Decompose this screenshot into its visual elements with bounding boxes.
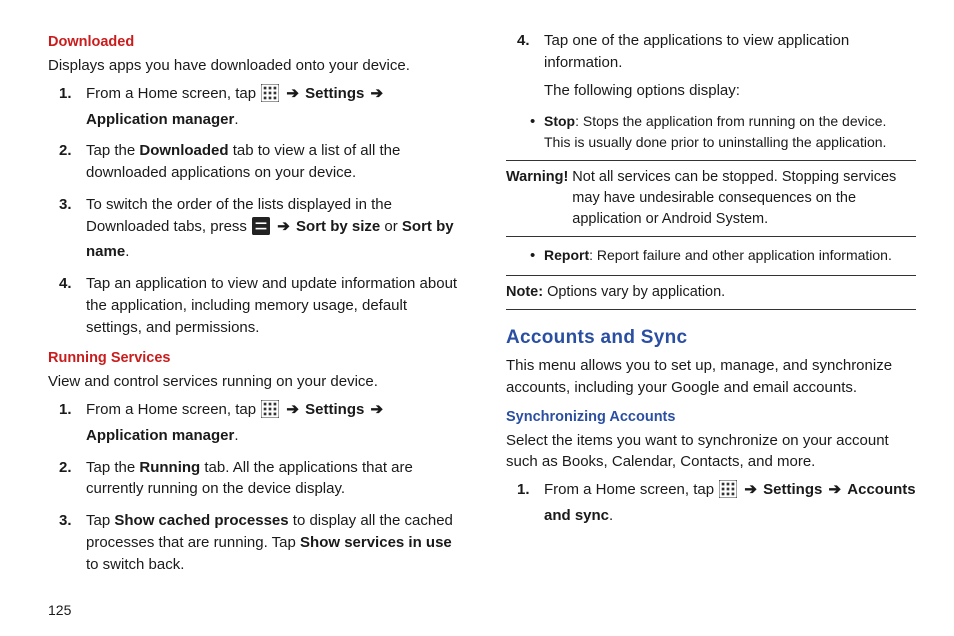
run-step-1: From a Home screen, tap ➔ Settings ➔ App… — [84, 399, 458, 447]
sync-intro: Select the items you want to synchronize… — [506, 430, 916, 474]
accounts-intro: This menu allows you to set up, manage, … — [506, 355, 916, 399]
text: From a Home screen, tap — [86, 401, 260, 418]
bullet-icon: • — [530, 111, 544, 152]
report-desc: : Report failure and other application i… — [589, 247, 892, 263]
stop-label: Stop — [544, 113, 575, 129]
apps-icon — [719, 480, 737, 505]
run-step-3: Tap Show cached processes to display all… — [84, 510, 458, 575]
text: to switch back. — [86, 556, 184, 573]
arrow-icon: ➔ — [275, 218, 292, 235]
bullet-icon: • — [530, 245, 544, 267]
settings-label: Settings — [305, 85, 364, 102]
appmgr-label: Application manager — [86, 427, 234, 444]
stop-desc: : Stops the application from running on … — [544, 113, 886, 149]
page-number: 125 — [48, 602, 71, 618]
sort-size-label: Sort by size — [296, 218, 380, 235]
step4-line2: The following options display: — [544, 80, 916, 102]
heading-running-services: Running Services — [48, 348, 458, 369]
step4-line1: Tap one of the applications to view appl… — [544, 30, 916, 74]
arrow-icon: ➔ — [284, 401, 301, 418]
running-tab-label: Running — [139, 459, 200, 476]
text: Tap the — [86, 459, 139, 476]
document-page: Downloaded Displays apps you have downlo… — [0, 0, 954, 636]
downloaded-tab-label: Downloaded — [139, 142, 228, 159]
warning-text: Not all services can be stopped. Stoppin… — [572, 167, 916, 230]
warning-label: Warning! — [506, 167, 572, 230]
heading-sync-accounts: Synchronizing Accounts — [506, 407, 916, 428]
dl-step-1: From a Home screen, tap ➔ Settings ➔ App… — [84, 83, 458, 131]
arrow-icon: ➔ — [827, 481, 844, 498]
continued-steps: Tap one of the applications to view appl… — [506, 30, 916, 101]
options-list: • Stop: Stops the application from runni… — [530, 111, 916, 152]
arrow-icon: ➔ — [742, 481, 759, 498]
arrow-icon: ➔ — [369, 401, 386, 418]
period: . — [234, 111, 238, 128]
settings-label: Settings — [305, 401, 364, 418]
text: or — [380, 218, 402, 235]
right-column: Tap one of the applications to view appl… — [500, 28, 916, 626]
note-label: Note: — [506, 284, 543, 300]
apps-icon — [261, 84, 279, 109]
options-list-2: • Report: Report failure and other appli… — [530, 245, 916, 267]
left-column: Downloaded Displays apps you have downlo… — [48, 28, 464, 626]
run-step-2: Tap the Running tab. All the application… — [84, 457, 458, 501]
appmgr-label: Application manager — [86, 111, 234, 128]
warning-box: Warning! Not all services can be stopped… — [506, 160, 916, 237]
sync-step-1: From a Home screen, tap ➔ Settings ➔ Acc… — [542, 479, 916, 527]
show-inuse-label: Show services in use — [300, 534, 452, 551]
text: Tap the — [86, 142, 139, 159]
text: Tap — [86, 512, 114, 529]
heading-downloaded: Downloaded — [48, 32, 458, 53]
period: . — [125, 243, 129, 260]
arrow-icon: ➔ — [369, 85, 386, 102]
bullet-report: • Report: Report failure and other appli… — [530, 245, 916, 267]
bullet-stop-text: Stop: Stops the application from running… — [544, 111, 916, 152]
note-box: Note: Options vary by application. — [506, 275, 916, 310]
period: . — [234, 427, 238, 444]
bullet-report-text: Report: Report failure and other applica… — [544, 245, 916, 267]
arrow-icon: ➔ — [284, 85, 301, 102]
text: From a Home screen, tap — [86, 85, 260, 102]
apps-icon — [261, 400, 279, 425]
menu-key-icon — [252, 217, 270, 242]
bullet-stop: • Stop: Stops the application from runni… — [530, 111, 916, 152]
report-label: Report — [544, 247, 589, 263]
running-steps: From a Home screen, tap ➔ Settings ➔ App… — [48, 399, 458, 575]
dl-step-3: To switch the order of the lists display… — [84, 194, 458, 263]
settings-label: Settings — [763, 481, 822, 498]
dl-step-2: Tap the Downloaded tab to view a list of… — [84, 140, 458, 184]
text: From a Home screen, tap — [544, 481, 718, 498]
heading-accounts-sync: Accounts and Sync — [506, 324, 916, 352]
sync-steps: From a Home screen, tap ➔ Settings ➔ Acc… — [506, 479, 916, 527]
dl-step-4: Tap an application to view and update in… — [84, 273, 458, 338]
show-cached-label: Show cached processes — [114, 512, 288, 529]
cont-step-4: Tap one of the applications to view appl… — [542, 30, 916, 101]
period: . — [609, 507, 613, 524]
downloaded-intro: Displays apps you have downloaded onto y… — [48, 55, 458, 77]
running-intro: View and control services running on you… — [48, 371, 458, 393]
note-text: Options vary by application. — [543, 284, 725, 300]
downloaded-steps: From a Home screen, tap ➔ Settings ➔ App… — [48, 83, 458, 339]
